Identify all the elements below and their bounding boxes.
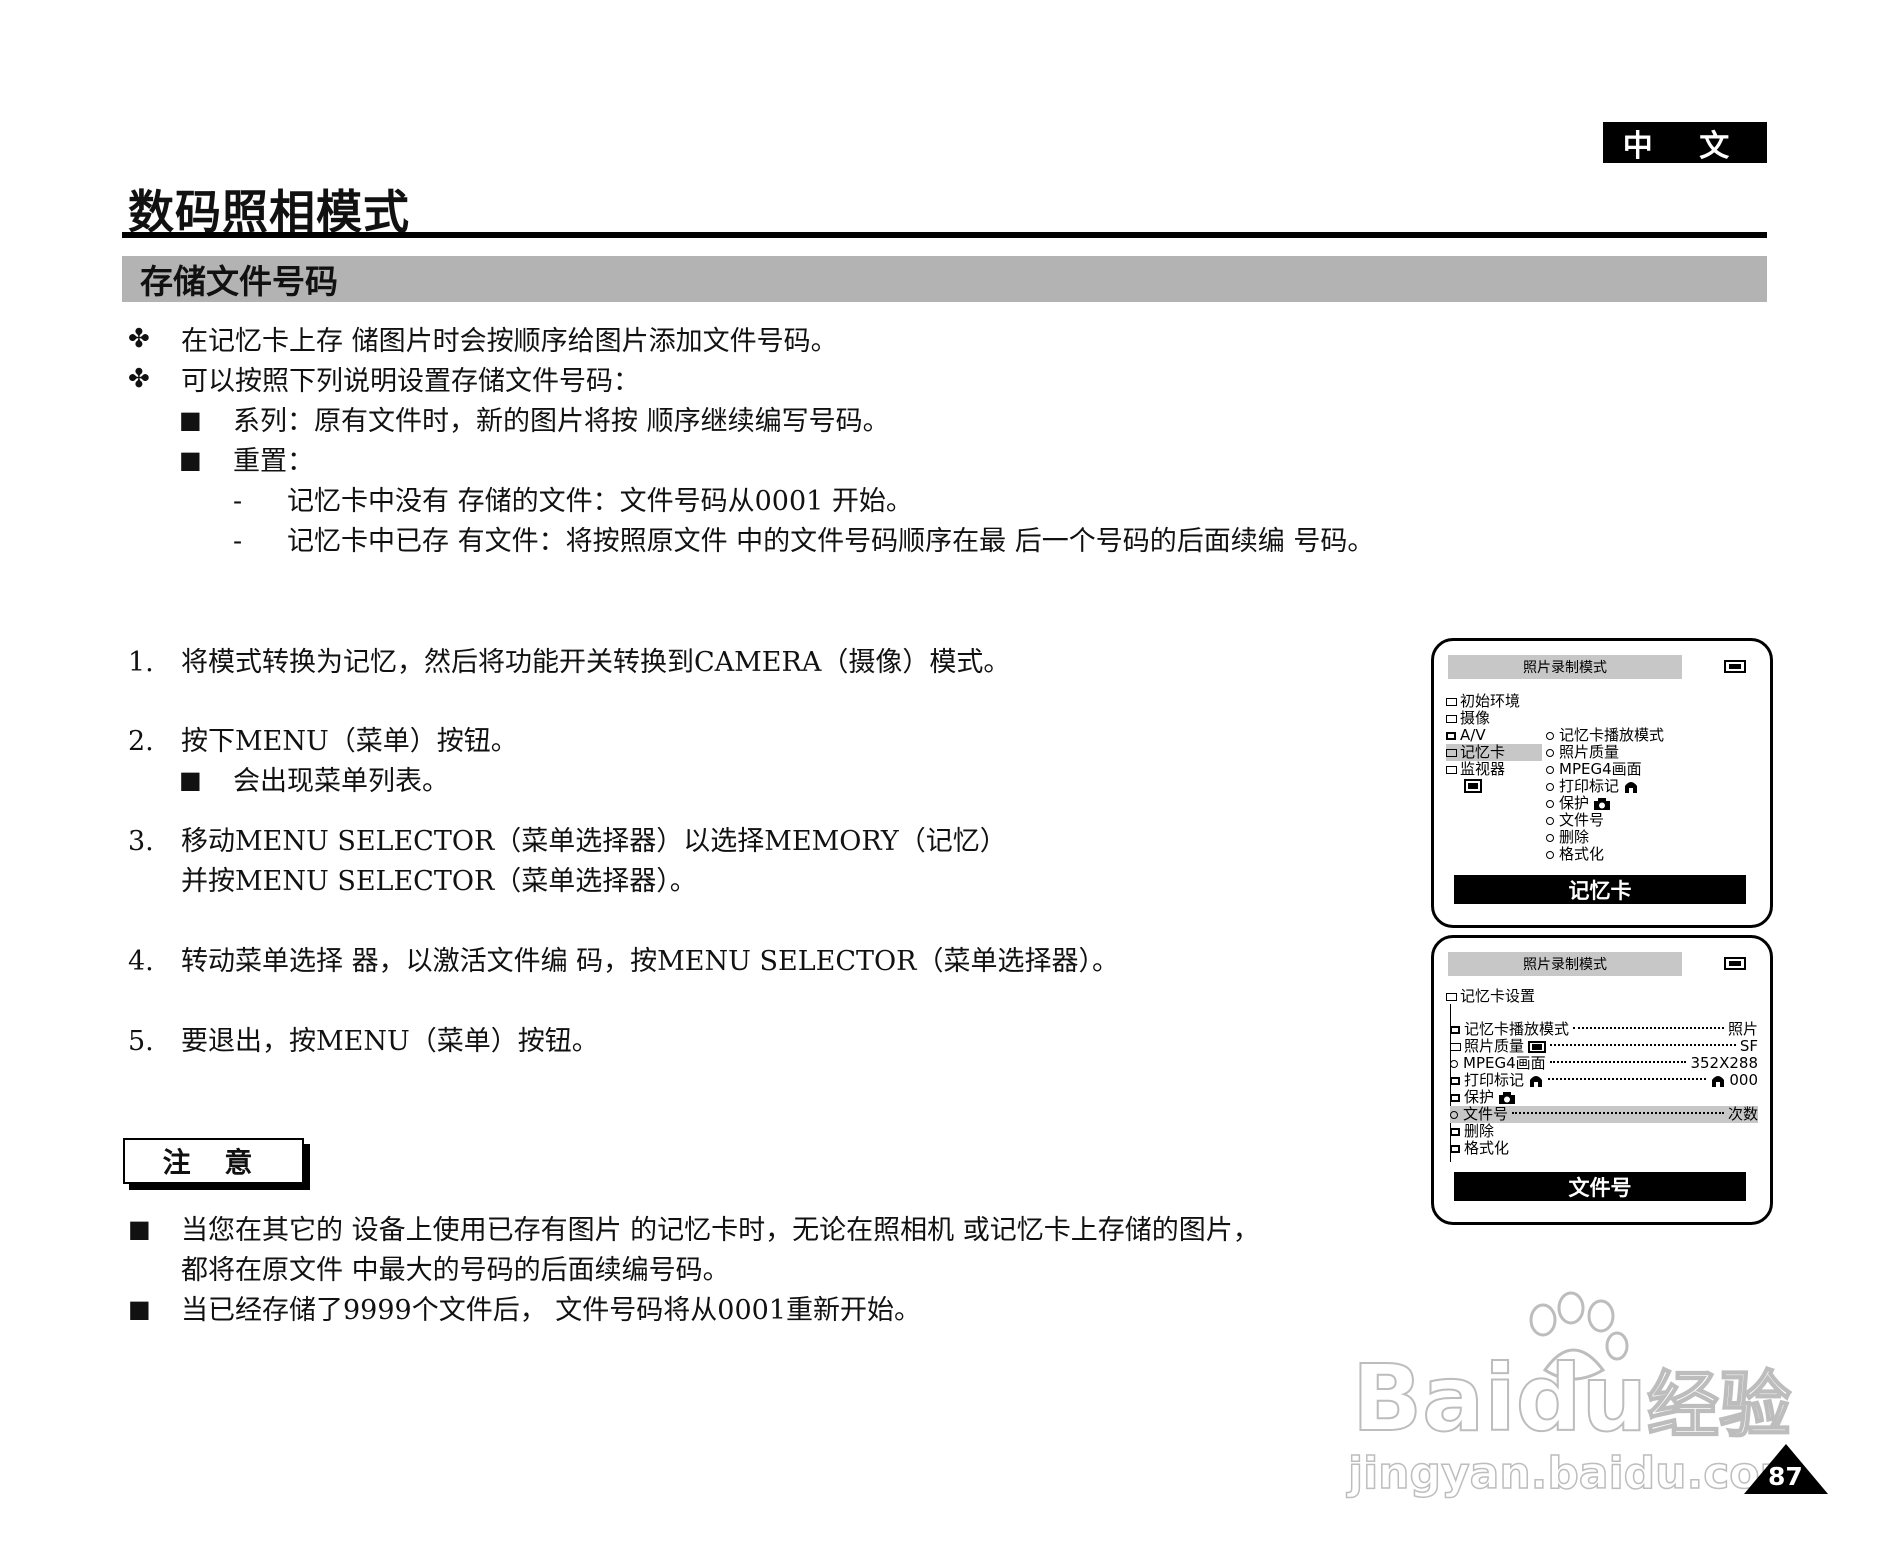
step-2-sub: 会出现菜单列表。 xyxy=(233,766,449,797)
osd-right-item: 格式化 xyxy=(1546,846,1604,863)
step-2-text: 按下MENU（菜单）按钮。 xyxy=(181,726,518,757)
step-1-text: 将模式转换为记忆，然后将功能开关转换到CAMERA（摄像）模式。 xyxy=(181,647,1011,678)
osd-right-item: MPEG4画面 xyxy=(1546,761,1642,778)
circle-icon xyxy=(1546,765,1554,774)
note-label: 注 意 xyxy=(162,1146,265,1179)
language-tab: 中 文 xyxy=(1603,122,1767,164)
circle-icon xyxy=(1450,1059,1458,1068)
circle-icon xyxy=(1546,731,1554,740)
circle-icon xyxy=(1546,833,1554,842)
print-mark-icon xyxy=(1712,1075,1725,1087)
osd-group-title: 记忆卡设置 xyxy=(1446,988,1535,1005)
av-icon xyxy=(1446,731,1456,740)
square-bullet: ■ xyxy=(179,406,202,434)
step-number: 3. xyxy=(128,826,154,857)
osd-setting-row: 打印标记 000 xyxy=(1450,1072,1758,1089)
step-4-text: 转动菜单选择 器，以激活文件编 码，按MENU SELECTOR（菜单选择器）。 xyxy=(181,946,1119,977)
note-label-box: 注 意 xyxy=(123,1138,304,1184)
folder-icon xyxy=(1446,748,1457,757)
dash-mark: - xyxy=(233,486,243,517)
osd-setting-row: 记忆卡播放模式 照片 xyxy=(1450,1021,1758,1038)
folder-icon xyxy=(1446,697,1457,706)
osd-right-item: 删除 xyxy=(1546,829,1589,846)
protect-icon xyxy=(1594,797,1611,810)
dash-item-2: 记忆卡中已存 有文件：将按照原文件 中的文件号码顺序在最 后一个号码的后面续编 … xyxy=(287,526,1375,557)
photo-mode-icon xyxy=(1464,779,1482,793)
folder-icon xyxy=(1446,714,1457,723)
circle-icon xyxy=(1450,1110,1458,1119)
flower-bullet: ✤ xyxy=(128,364,150,394)
circle-icon xyxy=(1546,799,1554,808)
camera-icon xyxy=(1724,660,1746,673)
osd-right-item: 打印标记 xyxy=(1546,778,1639,795)
step-3-text-line2: 并按MENU SELECTOR（菜单选择器）。 xyxy=(181,866,697,897)
circle-icon xyxy=(1546,782,1554,791)
osd-left-item-selected: 记忆卡 xyxy=(1446,744,1542,761)
dash-item-1: 记忆卡中没有 存储的文件：文件号码从0001 开始。 xyxy=(287,486,913,517)
setting-icon xyxy=(1450,1127,1460,1136)
step-number: 2. xyxy=(128,726,154,757)
osd-header: 照片录制模式 xyxy=(1448,655,1682,679)
intro-bullet-1: 在记忆卡上存 储图片时会按顺序给图片添加文件号码。 xyxy=(181,326,838,357)
osd-screen-menu: 照片录制模式 初始环境 摄像 A/V 记忆卡 监视器 记忆卡播放模式 照片质量 … xyxy=(1431,638,1773,928)
circle-icon xyxy=(1546,748,1554,757)
square-bullet: ■ xyxy=(179,766,202,794)
note-item-1-line2: 都将在原文件 中最大的号码的后面续编号码。 xyxy=(181,1255,730,1286)
note-item-2: 当已经存储了9999个文件后， 文件号码将从0001重新开始。 xyxy=(181,1295,922,1326)
square-bullet: ■ xyxy=(179,446,202,474)
step-3-text: 移动MENU SELECTOR（菜单选择器）以选择MEMORY（记忆） xyxy=(181,826,1007,857)
osd-setting-row: MPEG4画面 352X288 xyxy=(1450,1055,1758,1072)
camera-icon xyxy=(1724,957,1746,970)
print-mark-icon xyxy=(1530,1075,1543,1087)
sub-item-reset: 重置： xyxy=(233,446,314,477)
osd-header: 照片录制模式 xyxy=(1448,952,1682,976)
section-title-bar: 存储文件号码 xyxy=(122,256,1767,302)
folder-icon xyxy=(1450,1042,1461,1051)
step-number: 4. xyxy=(128,946,154,977)
page-number: 87 xyxy=(1768,1462,1803,1491)
section-title: 存储文件号码 xyxy=(140,262,338,301)
square-bullet: ■ xyxy=(128,1295,151,1323)
osd-setting-row: 格式化 xyxy=(1450,1140,1509,1157)
square-bullet: ■ xyxy=(128,1215,151,1243)
osd-right-item: 记忆卡播放模式 xyxy=(1546,727,1664,744)
osd-left-item: 初始环境 xyxy=(1446,693,1520,710)
photo-quality-icon xyxy=(1528,1040,1547,1053)
title-rule xyxy=(122,232,1767,238)
osd-setting-row-selected: 文件号 次数 xyxy=(1450,1106,1758,1123)
osd-right-item: 文件号 xyxy=(1546,812,1604,829)
protect-icon xyxy=(1499,1091,1516,1104)
sub-item-series: 系列：原有文件时，新的图片将按 顺序继续编写号码。 xyxy=(233,406,890,437)
dash-mark: - xyxy=(233,526,243,557)
folder-icon xyxy=(1446,765,1457,774)
osd-setting-row: 保护 xyxy=(1450,1089,1516,1106)
setting-icon xyxy=(1450,1144,1460,1153)
osd-setting-row: 删除 xyxy=(1450,1123,1494,1140)
osd-right-item: 保护 xyxy=(1546,795,1611,812)
osd-left-item: 监视器 xyxy=(1446,761,1505,778)
circle-icon xyxy=(1546,850,1554,859)
flower-bullet: ✤ xyxy=(128,324,150,354)
setting-icon xyxy=(1450,1093,1460,1102)
print-mark-icon xyxy=(1625,781,1638,793)
note-item-1: 当您在其它的 设备上使用已存有图片 的记忆卡时，无论在照相机 或记忆卡上存储的图… xyxy=(181,1215,1260,1246)
osd-setting-row: 照片质量 SF xyxy=(1450,1038,1758,1055)
osd-left-item: 摄像 xyxy=(1446,710,1490,727)
intro-bullet-2: 可以按照下列说明设置存储文件号码： xyxy=(181,366,640,397)
watermark-url: jingyan.baidu.com xyxy=(1347,1447,1806,1500)
circle-icon xyxy=(1546,816,1554,825)
step-number: 1. xyxy=(128,647,154,678)
step-number: 5. xyxy=(128,1026,154,1057)
setting-icon xyxy=(1450,1025,1460,1034)
setting-icon xyxy=(1450,1076,1460,1085)
watermark-brand: Baidu经验 xyxy=(1351,1344,1792,1453)
osd-footer: 记忆卡 xyxy=(1454,875,1746,904)
osd-right-item: 照片质量 xyxy=(1546,744,1619,761)
folder-icon xyxy=(1446,992,1457,1001)
step-5-text: 要退出，按MENU（菜单）按钮。 xyxy=(181,1026,599,1057)
osd-footer: 文件号 xyxy=(1454,1172,1746,1201)
osd-screen-settings: 照片录制模式 记忆卡设置 记忆卡播放模式 照片 照片质量 SF MPEG4画面 35… xyxy=(1431,935,1773,1225)
osd-left-item: A/V xyxy=(1446,727,1486,744)
